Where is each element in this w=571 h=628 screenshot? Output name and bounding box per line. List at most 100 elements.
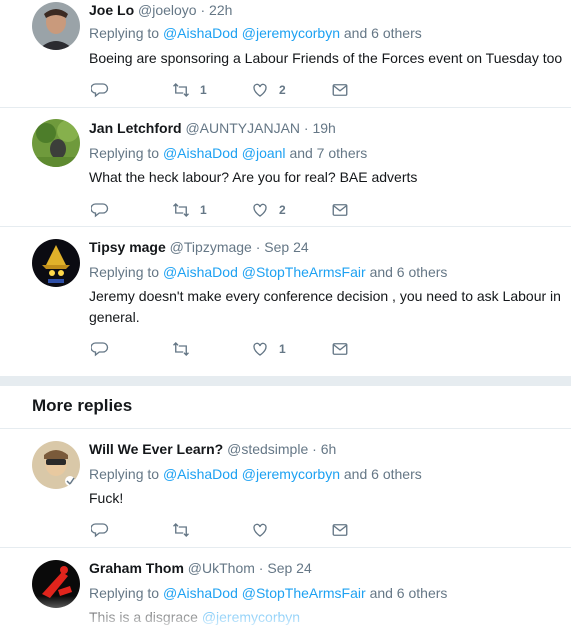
reply-button[interactable] [91, 520, 109, 540]
retweet-icon [172, 81, 190, 99]
avatar[interactable] [32, 119, 80, 167]
message-icon [331, 340, 349, 358]
reply-button[interactable] [91, 80, 109, 100]
tweet-jan-letchford[interactable]: Jan Letchford @AUNTYJANJAN · 19h Replyin… [0, 108, 571, 227]
tweet-text: Jeremy doesn't make every conference dec… [89, 288, 561, 325]
tweet-text-body: This is a disgrace [89, 609, 198, 625]
replying-to: Replying to @AishaDod @jeremycorbyn and … [89, 25, 422, 41]
direct-message-button[interactable] [331, 339, 349, 359]
mention-link[interactable]: @joanl [242, 145, 286, 161]
like-count: 2 [279, 203, 286, 217]
avatar[interactable] [32, 441, 80, 489]
like-icon [251, 201, 269, 219]
mention-link[interactable]: @AishaDod [163, 145, 238, 161]
section-divider [0, 376, 571, 386]
display-name[interactable]: Graham Thom [89, 560, 184, 576]
retweet-button[interactable] [172, 520, 190, 540]
like-icon [251, 340, 269, 358]
retweet-button[interactable] [172, 339, 200, 359]
reply-icon [91, 521, 109, 539]
timestamp[interactable]: Sep 24 [264, 239, 308, 255]
timestamp[interactable]: 6h [321, 441, 337, 457]
mention-link[interactable]: @jeremycorbyn [202, 609, 300, 625]
handle[interactable]: @joeloyo [138, 2, 197, 18]
reply-icon [91, 340, 109, 358]
like-button[interactable]: 2 [251, 80, 286, 100]
reply-button[interactable] [91, 339, 109, 359]
timestamp[interactable]: Sep 24 [267, 560, 311, 576]
retweet-icon [172, 201, 190, 219]
display-name[interactable]: Jan Letchford [89, 120, 182, 136]
others-link[interactable]: and 6 others [370, 264, 448, 280]
handle[interactable]: @Tipzymage [170, 239, 252, 255]
retweet-count: 1 [200, 83, 207, 97]
message-icon [331, 81, 349, 99]
replying-to: Replying to @AishaDod @StopTheArmsFair a… [89, 585, 447, 601]
reply-icon [91, 201, 109, 219]
like-count: 2 [279, 83, 286, 97]
replying-to-label: Replying to [89, 466, 160, 482]
reply-button[interactable] [91, 200, 109, 220]
separator: · [200, 2, 206, 18]
replying-to: Replying to @AishaDod @jeremycorbyn and … [89, 466, 422, 482]
message-icon [331, 521, 349, 539]
avatar[interactable] [32, 2, 80, 50]
avatar[interactable] [32, 239, 80, 287]
mention-link[interactable]: @jeremycorbyn [242, 466, 340, 482]
tweet-text: Fuck! [89, 490, 124, 506]
separator: · [303, 120, 309, 136]
tweet-tipsy-mage[interactable]: Tipsy mage @Tipzymage · Sep 24 Replying … [0, 227, 571, 376]
retweet-count: 1 [200, 203, 207, 217]
mention-link[interactable]: @AishaDod [163, 25, 238, 41]
avatar[interactable] [32, 560, 80, 608]
direct-message-button[interactable] [331, 200, 349, 220]
others-link[interactable]: and 7 others [289, 145, 367, 161]
retweet-icon [172, 521, 190, 539]
direct-message-button[interactable] [331, 80, 349, 100]
mention-link[interactable]: @jeremycorbyn [242, 25, 340, 41]
handle[interactable]: @UkThom [188, 560, 255, 576]
replying-to-label: Replying to [89, 264, 160, 280]
retweet-button[interactable]: 1 [172, 80, 207, 100]
tweet-will-we-ever-learn[interactable]: Will We Ever Learn? @stedsimple · 6h Rep… [0, 429, 571, 548]
timestamp[interactable]: 22h [209, 2, 232, 18]
handle[interactable]: @stedsimple [227, 441, 308, 457]
others-link[interactable]: and 6 others [344, 25, 422, 41]
reply-icon [91, 81, 109, 99]
display-name[interactable]: Joe Lo [89, 2, 134, 18]
others-link[interactable]: and 6 others [370, 585, 448, 601]
display-name[interactable]: Tipsy mage [89, 239, 166, 255]
like-button[interactable]: 1 [251, 339, 286, 359]
separator: · [312, 441, 317, 457]
like-count: 1 [279, 342, 286, 356]
replying-to: Replying to @AishaDod @joanl and 7 other… [89, 145, 367, 161]
message-icon [331, 201, 349, 219]
mention-link[interactable]: @AishaDod [163, 585, 238, 601]
more-replies-heading: More replies [32, 396, 133, 415]
retweet-button[interactable]: 1 [172, 200, 207, 220]
separator: · [258, 560, 264, 576]
replying-to-label: Replying to [89, 145, 160, 161]
like-icon [251, 521, 269, 539]
display-name[interactable]: Will We Ever Learn? [89, 441, 223, 457]
mention-link[interactable]: @AishaDod [163, 264, 238, 280]
tweet-text: What the heck labour? Are you for real? … [89, 169, 418, 185]
timestamp[interactable]: 19h [312, 120, 335, 136]
replying-to-label: Replying to [89, 25, 160, 41]
others-link[interactable]: and 6 others [344, 466, 422, 482]
tweet-joe-lo[interactable]: Joe Lo @joeloyo · 22h Replying to @Aisha… [0, 0, 571, 108]
like-button[interactable] [251, 520, 269, 540]
like-button[interactable]: 2 [251, 200, 286, 220]
tweet-graham-thom[interactable]: Graham Thom @UkThom · Sep 24 Replying to… [0, 548, 571, 628]
replying-to: Replying to @AishaDod @StopTheArmsFair a… [89, 264, 447, 280]
mention-link[interactable]: @StopTheArmsFair [242, 264, 366, 280]
direct-message-button[interactable] [331, 520, 349, 540]
mention-link[interactable]: @StopTheArmsFair [242, 585, 366, 601]
mention-link[interactable]: @AishaDod [163, 466, 238, 482]
replying-to-label: Replying to [89, 585, 160, 601]
tweet-text: Boeing are sponsoring a Labour Friends o… [89, 50, 563, 66]
retweet-icon [172, 340, 190, 358]
tweet-text: This is a disgrace @jeremycorbyn [89, 607, 569, 628]
handle[interactable]: @AUNTYJANJAN [185, 120, 300, 136]
separator: · [255, 239, 261, 255]
